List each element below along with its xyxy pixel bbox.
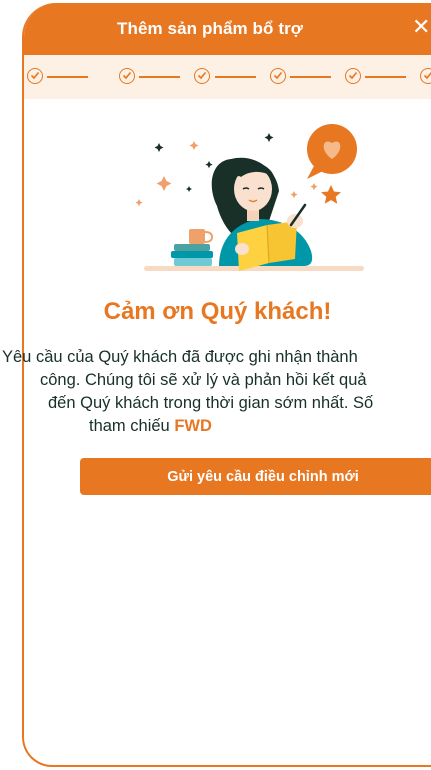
step-connector (139, 76, 180, 78)
step-connector (47, 76, 88, 78)
screen: Thêm sản phẩm bổ trợ ✕ Cảm ơn Quý khách!… (0, 0, 431, 770)
header-bar: Thêm sản phẩm bổ trợ ✕ (24, 3, 431, 55)
step-5-check-icon[interactable] (345, 68, 361, 84)
step-connector (215, 76, 256, 78)
page-title: Thêm sản phẩm bổ trợ (117, 19, 303, 38)
confirmation-title: Cảm ơn Quý khách! (103, 298, 332, 325)
progress-stepper (24, 55, 431, 99)
reference-label: tham chiếu (89, 417, 170, 435)
step-1-check-icon[interactable] (27, 68, 43, 84)
new-request-button[interactable]: Gửi yêu cầu điều chỉnh mới (80, 458, 431, 495)
reading-woman-illustration (135, 124, 364, 271)
step-3-check-icon[interactable] (194, 68, 210, 84)
step-connector (290, 76, 331, 78)
message-line-4: tham chiếu FWD (89, 415, 212, 438)
close-icon: ✕ (412, 14, 431, 39)
message-line-3: đến Quý khách trong thời gian sớm nhất. … (48, 394, 374, 412)
step-connector (365, 76, 406, 78)
message-line-2: công. Chúng tôi sẽ xử lý và phản hồi kết… (40, 371, 367, 389)
close-button[interactable]: ✕ (412, 15, 431, 39)
step-6-check-icon[interactable] (420, 68, 431, 84)
step-4-check-icon[interactable] (270, 68, 286, 84)
reference-code: FWD (174, 417, 212, 435)
step-2-check-icon[interactable] (119, 68, 135, 84)
message-line-1: Yêu cầu của Quý khách đã được ghi nhận t… (2, 348, 358, 366)
